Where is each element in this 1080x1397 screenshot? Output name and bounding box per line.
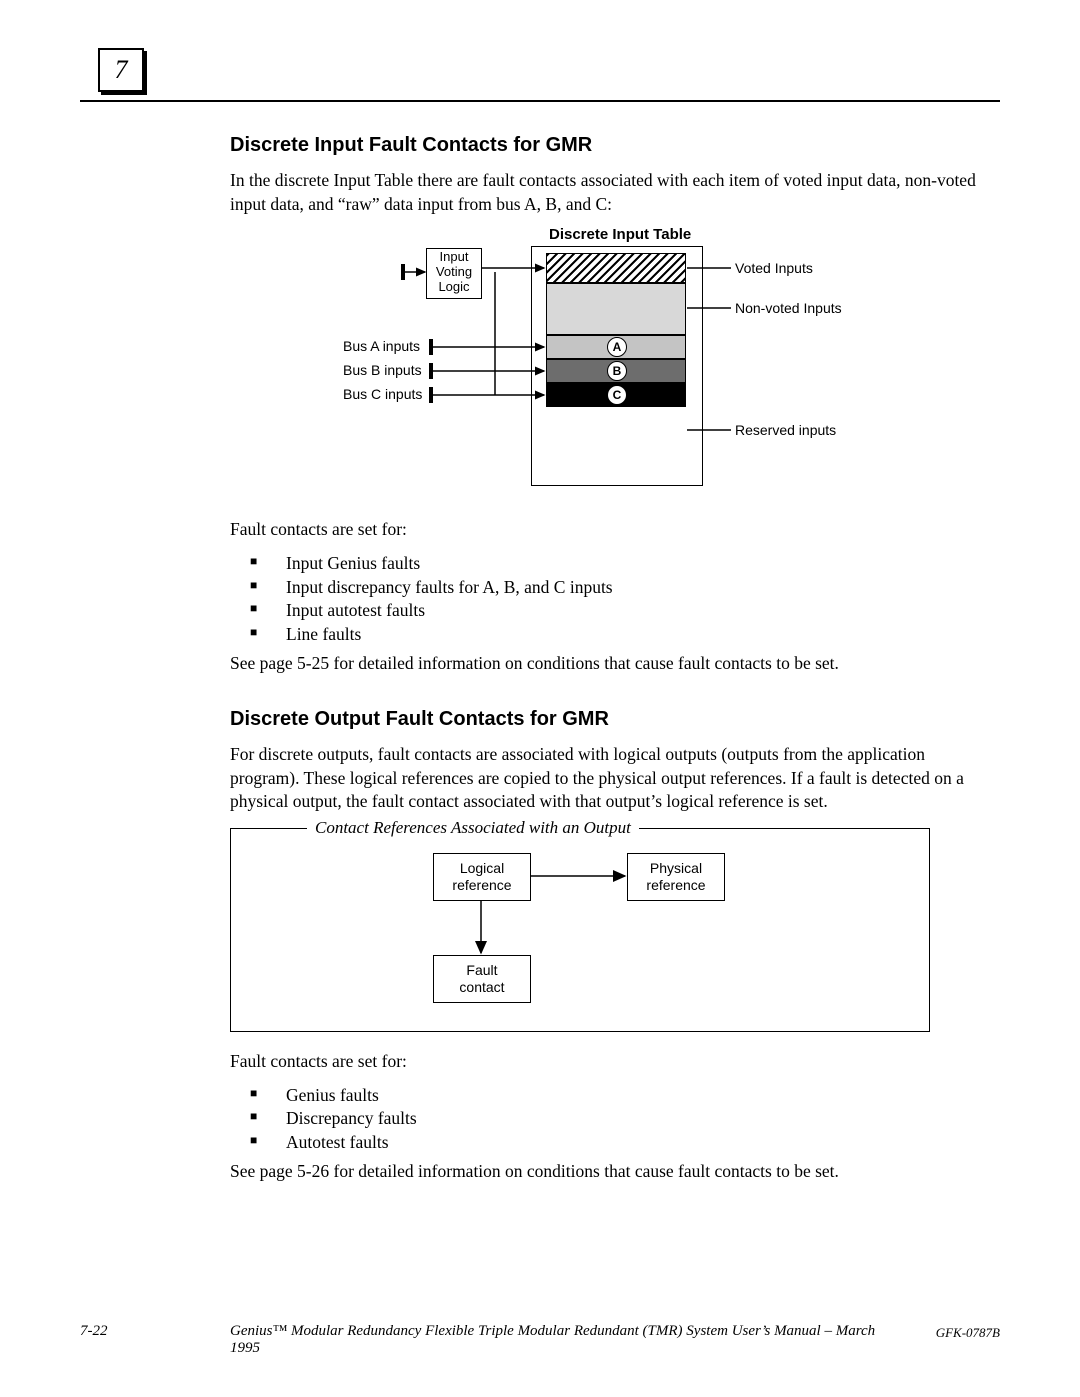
box-logical-text: Logical reference [452,860,511,894]
list-item: Input autotest faults [230,599,980,623]
box-fault-text: Fault contact [459,962,504,996]
section1-see: See page 5-25 for detailed information o… [230,652,980,676]
label-bus-c: Bus C inputs [343,386,422,402]
section2-title: Discrete Output Fault Contacts for GMR [230,708,980,731]
list-item: Discrepancy faults [230,1107,980,1131]
content: Discrete Input Fault Contacts for GMR In… [230,134,980,1194]
section1-fault-list: Input Genius faults Input discrepancy fa… [230,552,980,647]
figure-output-contacts: Contact References Associated with an Ou… [230,828,930,1032]
box-fault-contact: Fault contact [433,955,531,1003]
section1-intro: In the discrete Input Table there are fa… [230,169,980,216]
input-voting-logic-box: Input Voting Logic [426,248,482,299]
label-bus-b: Bus B inputs [343,362,422,378]
section2-fault-list: Genius faults Discrepancy faults Autotes… [230,1084,980,1155]
page: 7 Discrete Input Fault Contacts for GMR … [0,0,1080,1397]
list-item: Line faults [230,623,980,647]
figure-discrete-input-table: Discrete Input Table A B C Input Voting … [295,226,915,498]
section1-title: Discrete Input Fault Contacts for GMR [230,134,980,157]
figure1-title: Discrete Input Table [549,226,691,243]
chapter-number-box: 7 [98,48,144,92]
segment-voted [546,253,686,283]
footer-title: Genius™ Modular Redundancy Flexible Trip… [170,1323,890,1357]
header-rule [80,100,1000,102]
label-nonvoted: Non-voted Inputs [735,300,842,316]
section2-see: See page 5-26 for detailed information o… [230,1160,980,1184]
list-item: Input Genius faults [230,552,980,576]
footer-page: 7-22 [80,1323,170,1340]
ivl-text: Input Voting Logic [436,249,472,294]
list-item: Genius faults [230,1084,980,1108]
label-voted: Voted Inputs [735,260,813,276]
box-logical-reference: Logical reference [433,853,531,901]
label-bus-a: Bus A inputs [343,338,420,354]
figure2-arrows [231,829,929,1031]
list-item: Autotest faults [230,1131,980,1155]
section2-intro: For discrete outputs, fault contacts are… [230,743,980,814]
segment-nonvoted [546,283,686,335]
section2-fault-heading: Fault contacts are set for: [230,1050,980,1074]
list-item: Input discrepancy faults for A, B, and C… [230,576,980,600]
chapter-number: 7 [115,55,128,85]
box-physical-reference: Physical reference [627,853,725,901]
section1-fault-heading: Fault contacts are set for: [230,518,980,542]
footer: 7-22 Genius™ Modular Redundancy Flexible… [80,1323,1000,1357]
footer-doc: GFK-0787B [890,1323,1000,1341]
label-reserved: Reserved inputs [735,422,836,438]
figure2-box: Contact References Associated with an Ou… [230,828,930,1032]
box-physical-text: Physical reference [646,860,705,894]
